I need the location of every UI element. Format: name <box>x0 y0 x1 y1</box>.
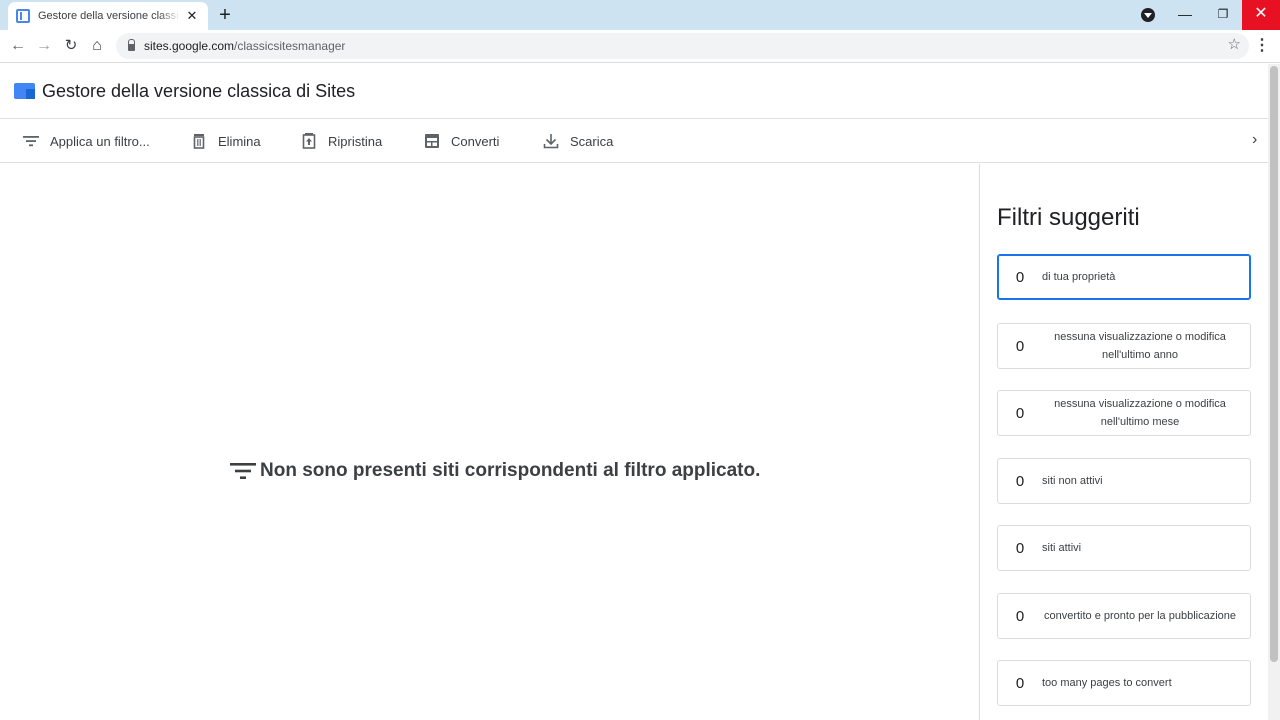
filter-chip-too-many-pages[interactable]: 0 too many pages to convert <box>997 660 1251 706</box>
home-icon[interactable]: ⌂ <box>85 34 109 58</box>
filter-icon <box>23 136 39 147</box>
filter-chip-converted[interactable]: 0 convertito e pronto per la pubblicazio… <box>997 593 1251 639</box>
filter-label: nessuna visualizzazione o modifica nell'… <box>1054 398 1226 428</box>
bookmark-star-icon[interactable]: ☆ <box>1228 35 1241 53</box>
delete-label: Elimina <box>218 133 261 149</box>
sites-logo-icon <box>14 83 35 99</box>
page-scrollbar[interactable] <box>1268 64 1280 720</box>
filter-count: 0 <box>1015 404 1025 422</box>
action-toolbar: Applica un filtro... Elimina Ripristina … <box>0 119 1268 163</box>
filter-chip-owned[interactable]: 0 di tua proprietà <box>997 254 1251 300</box>
profile-menu-icon[interactable] <box>1141 8 1155 22</box>
filter-chip-inactive-month[interactable]: 0 nessuna visualizzazione o modifica nel… <box>997 390 1251 436</box>
close-tab-icon[interactable]: ✕ <box>184 8 200 24</box>
url-path: /classicsitesmanager <box>234 39 346 53</box>
filter-chip-not-active[interactable]: 0 siti non attivi <box>997 458 1251 504</box>
page-title: Gestore della versione classica di Sites <box>42 80 356 101</box>
filter-count: 0 <box>1015 607 1025 625</box>
filter-chip-inactive-year[interactable]: 0 nessuna visualizzazione o modifica nel… <box>997 323 1251 369</box>
empty-state: Non sono presenti siti corrispondenti al… <box>230 460 760 482</box>
filter-label: convertito e pronto per la pubblicazione <box>1043 610 1236 622</box>
convert-button[interactable]: Converti <box>423 119 499 163</box>
apply-filter-button[interactable]: Applica un filtro... <box>22 119 150 163</box>
filter-label: too many pages to convert <box>1042 677 1172 689</box>
convert-icon <box>425 134 439 148</box>
download-icon <box>543 134 559 149</box>
filter-count: 0 <box>1015 472 1025 490</box>
reload-icon[interactable]: ↻ <box>59 34 83 58</box>
filter-icon <box>230 463 256 479</box>
chevron-right-icon[interactable]: › <box>1252 131 1266 151</box>
apply-filter-label: Applica un filtro... <box>50 133 150 149</box>
suggested-filters-panel: Filtri suggeriti 0 di tua proprietà 0 ne… <box>979 164 1268 720</box>
suggested-filters-title: Filtri suggeriti <box>997 204 1140 231</box>
browser-toolbar: ← → ↻ ⌂ sites.google.com/classicsitesman… <box>0 30 1280 63</box>
new-tab-icon[interactable]: + <box>214 4 236 26</box>
restore-window-icon[interactable]: ❐ <box>1204 0 1242 30</box>
delete-button[interactable]: Elimina <box>190 119 261 163</box>
empty-state-message: Non sono presenti siti corrispondenti al… <box>260 460 761 481</box>
restore-button[interactable]: Ripristina <box>300 119 382 163</box>
download-label: Scarica <box>570 133 614 149</box>
lock-icon <box>128 39 135 51</box>
filter-count: 0 <box>1015 674 1025 692</box>
browser-menu-icon[interactable]: ⋮ <box>1254 34 1270 58</box>
restore-icon <box>302 133 316 149</box>
sites-list-area: Non sono presenti siti corrispondenti al… <box>0 164 979 720</box>
restore-label: Ripristina <box>328 133 383 149</box>
close-window-icon[interactable]: ✕ <box>1242 0 1280 30</box>
trash-icon <box>193 134 205 149</box>
filter-label: nessuna visualizzazione o modifica nell'… <box>1054 331 1226 361</box>
sites-favicon-icon <box>16 9 30 23</box>
browser-tabstrip: Gestore della versione classica di Sites… <box>0 0 1280 30</box>
back-arrow-icon[interactable]: ← <box>6 34 30 58</box>
minimize-window-icon[interactable]: — <box>1166 0 1204 30</box>
address-bar[interactable]: sites.google.com/classicsitesmanager ☆ <box>116 33 1249 59</box>
browser-tab[interactable]: Gestore della versione classica di Sites… <box>8 2 208 30</box>
filter-label: siti non attivi <box>1042 475 1103 487</box>
scrollbar-thumb[interactable] <box>1270 66 1278 662</box>
filter-count: 0 <box>1015 337 1025 355</box>
forward-arrow-icon[interactable]: → <box>32 34 56 58</box>
convert-label: Converti <box>451 133 500 149</box>
filter-count: 0 <box>1015 539 1025 557</box>
url-host: sites.google.com <box>144 39 235 53</box>
filter-count: 0 <box>1015 268 1025 286</box>
download-button[interactable]: Scarica <box>542 119 613 163</box>
tab-title: Gestore della versione classica di Sites <box>38 10 180 22</box>
filter-chip-active[interactable]: 0 siti attivi <box>997 525 1251 571</box>
app-header: Gestore della versione classica di Sites <box>0 64 1268 119</box>
filter-label: siti attivi <box>1042 542 1082 554</box>
filter-label: di tua proprietà <box>1042 271 1116 283</box>
